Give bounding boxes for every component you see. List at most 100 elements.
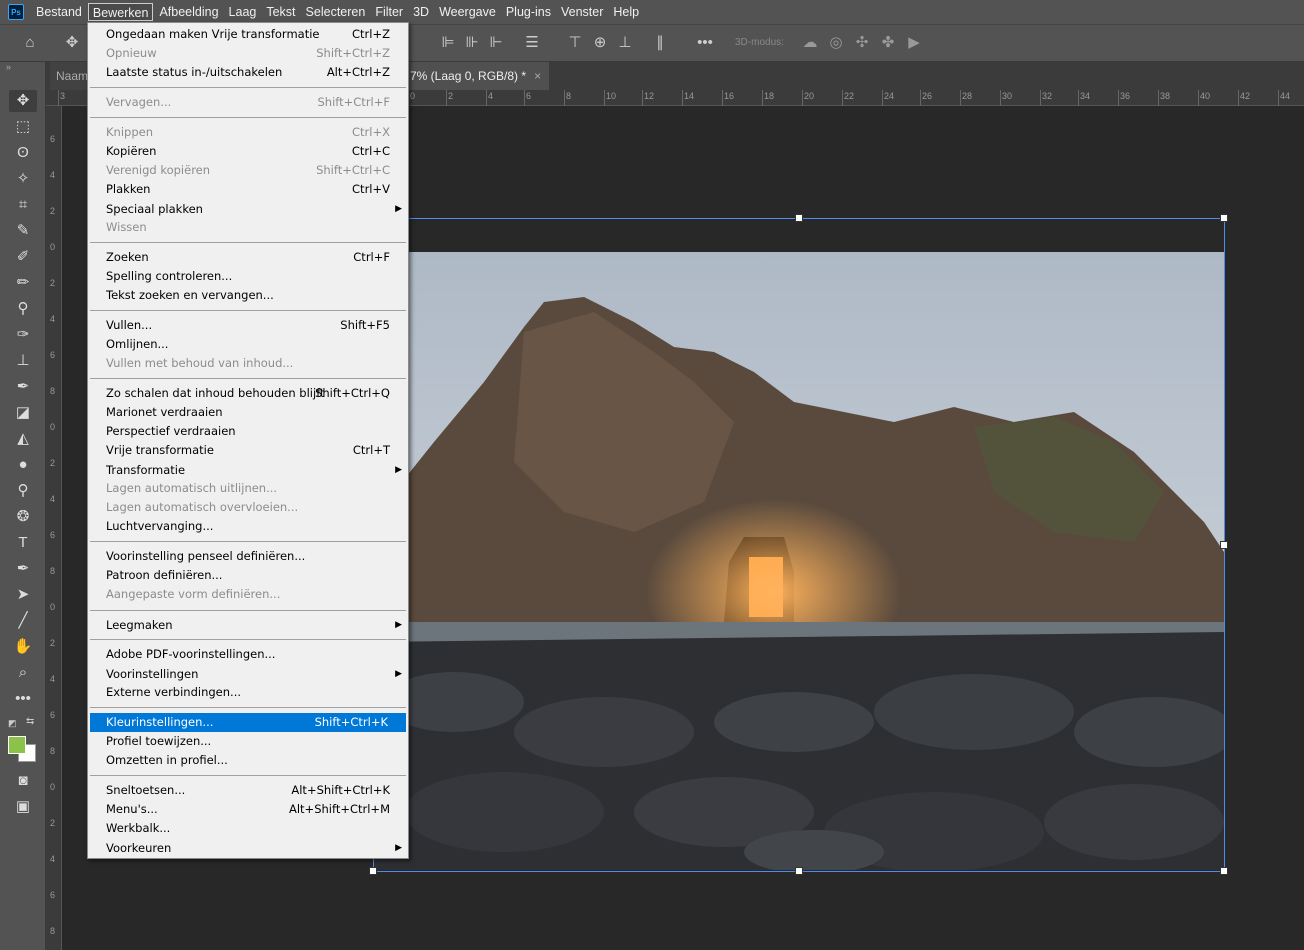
menu-item-laatste-status-in-uitschakelen[interactable]: Laatste status in-/uitschakelen Alt+Ctrl+…	[88, 63, 408, 82]
home-icon[interactable]: ⌂	[20, 33, 40, 53]
menu-venster[interactable]: Venster	[557, 3, 607, 21]
hand-tool-icon[interactable]: ✋	[9, 636, 37, 658]
menu-item-marionet-verdraaien[interactable]: Marionet verdraaien	[88, 403, 408, 422]
collapse-icon[interactable]: »	[6, 62, 11, 72]
move-tool-icon[interactable]: ✥	[9, 90, 37, 112]
align-right-icon[interactable]: ⊩	[486, 33, 506, 53]
menu-item-voorkeuren[interactable]: Voorkeuren ▶	[88, 839, 408, 858]
3d-orbit-icon[interactable]: ☁	[800, 33, 820, 53]
more-options-icon[interactable]: •••	[695, 33, 715, 53]
stamp-tool-icon[interactable]: ⊥	[9, 350, 37, 372]
menu-item-zoeken[interactable]: Zoeken Ctrl+F	[88, 248, 408, 267]
menu-item-speciaal-plakken[interactable]: Speciaal plakken ▶	[88, 200, 408, 219]
more-tools-icon[interactable]: •••	[9, 688, 37, 710]
menu-item-sneltoetsen[interactable]: Sneltoetsen... Alt+Shift+Ctrl+K	[88, 781, 408, 800]
menu-item-luchtvervanging[interactable]: Luchtvervanging...	[88, 517, 408, 536]
3d-roll-icon[interactable]: ◎	[826, 33, 846, 53]
menu-help[interactable]: Help	[609, 3, 643, 21]
menu-item-perspectief-verdraaien[interactable]: Perspectief verdraaien	[88, 422, 408, 441]
default-colors-icon[interactable]: ◩	[8, 718, 17, 729]
3d-camera-icon[interactable]: ▶	[904, 33, 924, 53]
menu-weergave[interactable]: Weergave	[435, 3, 500, 21]
transform-handle[interactable]	[1220, 541, 1228, 549]
menu-item-externe-verbindingen[interactable]: Externe verbindingen...	[88, 683, 408, 702]
3d-pan-icon[interactable]: ✣	[852, 33, 872, 53]
line-tool-icon[interactable]: ╱	[9, 610, 37, 632]
menu-item-menu-s[interactable]: Menu's... Alt+Shift+Ctrl+M	[88, 800, 408, 819]
menu-afbeelding[interactable]: Afbeelding	[155, 3, 222, 21]
menu-item-omzetten-in-profiel[interactable]: Omzetten in profiel...	[88, 751, 408, 770]
menu-item-voorinstellingen[interactable]: Voorinstellingen ▶	[88, 665, 408, 684]
ruler-label: 4	[50, 674, 56, 684]
healing-brush-tool-icon[interactable]: ✐	[9, 246, 37, 268]
menu-item-plakken[interactable]: Plakken Ctrl+V	[88, 180, 408, 199]
dodge-tool-icon[interactable]: ⚲	[9, 480, 37, 502]
sponge-tool-icon[interactable]: ❂	[9, 506, 37, 528]
menu-item-vullen[interactable]: Vullen... Shift+F5	[88, 316, 408, 335]
transform-bounding-box[interactable]	[373, 218, 1225, 872]
menu-item-adobe-pdf-voorinstellingen[interactable]: Adobe PDF-voorinstellingen...	[88, 645, 408, 664]
zoom-tool-icon[interactable]: ⌕	[9, 662, 37, 684]
align-bottom-icon[interactable]: ⊥	[615, 33, 635, 53]
document-tab-active[interactable]: 7% (Laag 0, RGB/8) * ×	[408, 62, 550, 90]
align-left-icon[interactable]: ⊫	[438, 33, 458, 53]
menu-item-profiel-toewijzen[interactable]: Profiel toewijzen...	[88, 732, 408, 751]
close-icon[interactable]: ×	[534, 69, 541, 83]
pen-tool-icon[interactable]: ✒	[9, 558, 37, 580]
menu-item-spelling-controleren[interactable]: Spelling controleren...	[88, 267, 408, 286]
art-history-brush-icon[interactable]: ✒	[9, 376, 37, 398]
distribute-icon[interactable]: ☰	[522, 33, 542, 53]
menu-item-zo-schalen-dat-inhoud-behouden-blijft[interactable]: Zo schalen dat inhoud behouden blijft Shi…	[88, 384, 408, 403]
menu-item-patroon-defini-ren[interactable]: Patroon definiëren...	[88, 566, 408, 585]
transform-handle[interactable]	[795, 214, 803, 222]
menu-item-kleurinstellingen[interactable]: Kleurinstellingen... Shift+Ctrl+K	[90, 713, 406, 732]
brush-tool-icon[interactable]: ✏	[9, 272, 37, 294]
menu-item-ongedaan-maken-vrije-transformatie[interactable]: Ongedaan maken Vrije transformatie Ctrl+Z	[88, 25, 408, 44]
transform-handle[interactable]	[795, 867, 803, 875]
menu-item-werkbalk[interactable]: Werkbalk...	[88, 819, 408, 838]
menu-item-vrije-transformatie[interactable]: Vrije transformatie Ctrl+T	[88, 441, 408, 460]
screen-mode-icon[interactable]: ▣	[9, 796, 37, 818]
menu-item-leegmaken[interactable]: Leegmaken ▶	[88, 616, 408, 635]
menu-tekst[interactable]: Tekst	[262, 3, 299, 21]
blur-tool-icon[interactable]: ●	[9, 454, 37, 476]
menu-item-tekst-zoeken-en-vervangen[interactable]: Tekst zoeken en vervangen...	[88, 286, 408, 305]
transform-handle[interactable]	[1220, 867, 1228, 875]
transform-handle[interactable]	[369, 867, 377, 875]
menu-laag[interactable]: Laag	[225, 3, 261, 21]
path-selection-tool-icon[interactable]: ➤	[9, 584, 37, 606]
menu-bestand[interactable]: Bestand	[32, 3, 86, 21]
transform-handle[interactable]	[1220, 214, 1228, 222]
align-center-icon[interactable]: ⊪	[462, 33, 482, 53]
ruler-label: 34	[1080, 91, 1091, 101]
magic-wand-tool-icon[interactable]: ✧	[9, 168, 37, 190]
quick-mask-icon[interactable]: ◙	[9, 770, 37, 792]
menu-3d[interactable]: 3D	[409, 3, 433, 21]
marquee-tool-icon[interactable]: ⬚	[9, 116, 37, 138]
menu-item-omlijnen[interactable]: Omlijnen...	[88, 335, 408, 354]
distribute-vertical-icon[interactable]: ∥	[650, 33, 670, 53]
foreground-color-swatch[interactable]	[8, 736, 26, 754]
align-top-icon[interactable]: ⊤	[565, 33, 585, 53]
type-tool-icon[interactable]: T	[9, 532, 37, 554]
3d-slide-icon[interactable]: ✤	[878, 33, 898, 53]
menu-item-voorinstelling-penseel-defini-ren[interactable]: Voorinstelling penseel definiëren...	[88, 547, 408, 566]
swap-colors-icon[interactable]: ⇆	[26, 716, 34, 727]
move-tool-icon[interactable]: ✥	[62, 33, 82, 53]
align-middle-icon[interactable]: ⊕	[590, 33, 610, 53]
clone-stamp-tool-icon[interactable]: ⚲	[9, 298, 37, 320]
menu-selecteren[interactable]: Selecteren	[302, 3, 370, 21]
menu-item-transformatie[interactable]: Transformatie ▶	[88, 461, 408, 480]
lasso-tool-icon[interactable]: ʘ	[9, 142, 37, 164]
menu-separator	[90, 639, 406, 640]
menu-plug-ins[interactable]: Plug-ins	[502, 3, 555, 21]
history-brush-tool-icon[interactable]: ✑	[9, 324, 37, 346]
crop-tool-icon[interactable]: ⌗	[9, 194, 37, 216]
menu-filter[interactable]: Filter	[371, 3, 407, 21]
menu-item-shortcut: Ctrl+X	[352, 125, 390, 139]
menu-item-kopi-ren[interactable]: Kopiëren Ctrl+C	[88, 142, 408, 161]
menu-bewerken[interactable]: Bewerken	[87, 3, 154, 21]
paint-bucket-tool-icon[interactable]: ◭	[9, 428, 37, 450]
eyedropper-tool-icon[interactable]: ✎	[9, 220, 37, 242]
eraser-tool-icon[interactable]: ◪	[9, 402, 37, 424]
